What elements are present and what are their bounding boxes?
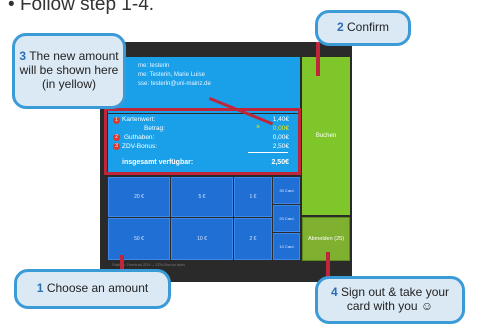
card-button-30[interactable]: 30 Card xyxy=(273,177,300,204)
balance-highlight-frame xyxy=(104,108,301,175)
amount-button-5[interactable]: 5 € xyxy=(171,177,233,217)
callout-step-4: 4 Sign out & take your card with you ☺ xyxy=(315,276,465,324)
instruction-heading: • Follow step 1-4. xyxy=(8,0,155,15)
callout-step-2: 2 Confirm xyxy=(315,10,411,46)
amount-button-50[interactable]: 50 € xyxy=(108,218,170,260)
amount-button-2[interactable]: 2 € xyxy=(234,218,272,260)
user-name-line: me: Testerin, Marie Luise xyxy=(138,72,205,78)
amount-button-20[interactable]: 20 € xyxy=(108,177,170,217)
user-id-line: me: testerin xyxy=(138,63,170,69)
amount-button-10[interactable]: 10 € xyxy=(171,218,233,260)
card-button-20[interactable]: 20 Card xyxy=(273,205,300,232)
user-email-line: sse: testerin@uni-mainz.de xyxy=(138,81,211,87)
callout-step-3: 3 The new amount will be shown here (in … xyxy=(12,33,126,109)
card-button-10[interactable]: 10 Card xyxy=(273,233,300,260)
buchen-button[interactable]: Buchen xyxy=(302,57,350,215)
amount-button-1[interactable]: 1 € xyxy=(234,177,272,217)
callout-step-1: 1 Choose an amount xyxy=(14,269,171,309)
connector-line-2 xyxy=(316,42,320,76)
